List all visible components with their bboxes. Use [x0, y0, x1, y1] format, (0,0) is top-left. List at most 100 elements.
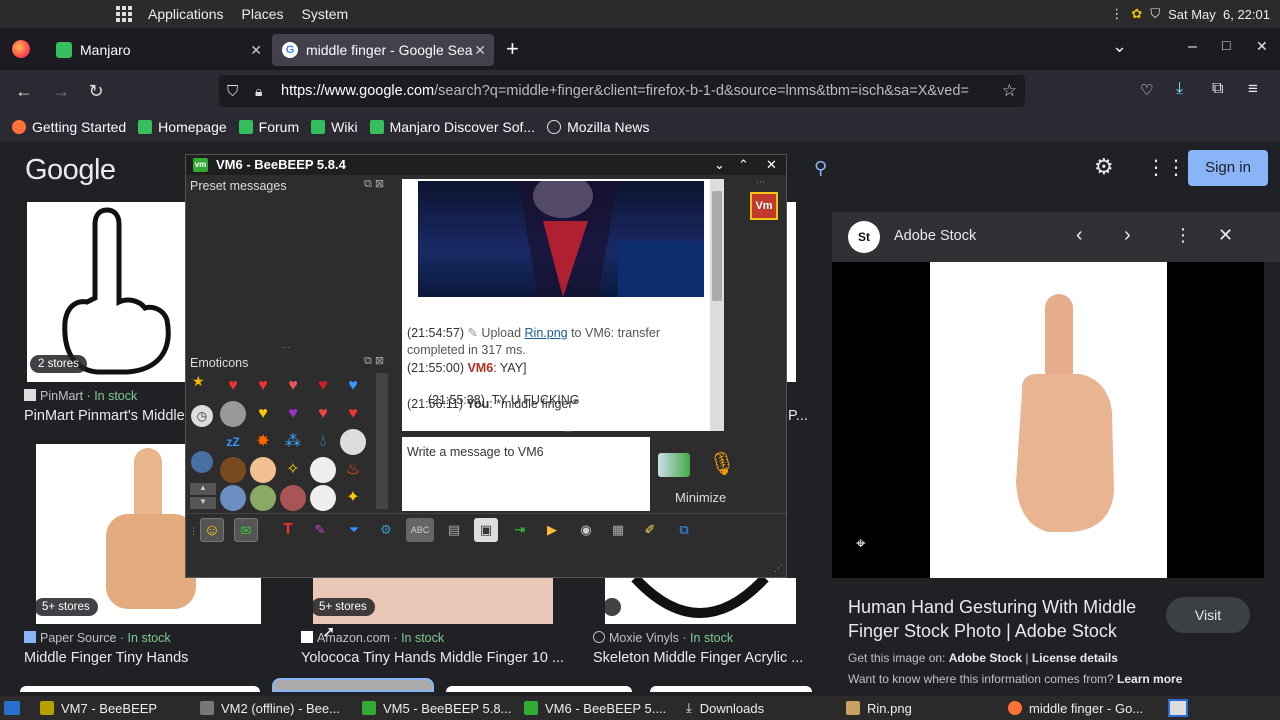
people-emoji-icon[interactable] [220, 485, 246, 511]
collision-emoji-icon[interactable]: ✸ [250, 429, 276, 455]
new-tab-button[interactable]: + [506, 36, 519, 62]
result-title[interactable]: Yolococa Tiny Hands Middle Finger 10 ... [301, 650, 564, 666]
attach-tool-icon[interactable]: ⧉ [672, 518, 696, 542]
menu-places[interactable]: Places [242, 6, 284, 22]
bookmark-forum[interactable]: Forum [238, 119, 299, 135]
preset-messages-list[interactable] [188, 195, 392, 347]
window-title[interactable]: vm VM6 - BeeBEEP 5.8.4 ⌄ ⌃ ✕ [186, 155, 786, 175]
shared-image-preview[interactable] [418, 174, 704, 297]
license-link[interactable]: License details [1032, 651, 1118, 665]
menu-applications[interactable]: Applications [148, 6, 224, 22]
close-preview-icon[interactable]: ✕ [1218, 225, 1233, 246]
splitter-handle[interactable]: ⋯ [564, 427, 572, 436]
task-vm6[interactable]: VM6 - BeeBEEP 5.... [524, 696, 666, 720]
bookmark-getting-started[interactable]: Getting Started [12, 119, 126, 135]
reload-button[interactable]: ↻ [85, 80, 107, 102]
result-thumbnail-partial[interactable] [446, 686, 632, 692]
fire-emoji-icon[interactable]: ♨ [340, 457, 366, 483]
task-vm5[interactable]: VM5 - BeeBEEP 5.8... [362, 696, 511, 720]
bee-tray-icon[interactable]: ✿ [1131, 6, 1142, 22]
preset-message-tool-icon[interactable]: ✉ [234, 518, 258, 542]
settings-tool-icon[interactable]: ⚙ [374, 518, 398, 542]
tab-google[interactable]: G middle finger - Google Sea ✕ [272, 34, 494, 66]
result-title[interactable]: PinMart Pinmart's Middle [24, 408, 185, 424]
sparkle-emoji-icon[interactable]: ✦ [340, 485, 366, 511]
dock-handle[interactable]: ⋯ [756, 177, 765, 188]
lens-search-icon[interactable]: ⌖ [856, 534, 866, 554]
adobe-stock-logo[interactable]: St [848, 221, 880, 253]
task-rin-png[interactable]: Rin.png [846, 696, 912, 720]
font-tool-icon[interactable]: T [276, 518, 300, 542]
bookmark-mozilla-news[interactable]: Mozilla News [547, 119, 650, 135]
chat-history[interactable]: (21:54:57) ✎ Upload Rin.png to VM6: tran… [402, 174, 724, 431]
bookmark-wiki[interactable]: Wiki [311, 119, 358, 135]
star-category-icon[interactable]: ★ [192, 373, 205, 390]
close-window-button[interactable]: ✕ [1256, 38, 1268, 55]
source-name[interactable]: Adobe Stock [894, 228, 976, 244]
close-window-icon[interactable]: ✕ [766, 155, 777, 175]
bookmark-manjaro-discover[interactable]: Manjaro Discover Sof... [369, 119, 535, 135]
screenshot-tool-icon[interactable]: ◉ [574, 518, 598, 542]
filter-tool-icon[interactable]: ⏷ [342, 518, 366, 542]
result-thumbnail-partial[interactable] [650, 686, 812, 692]
purple-heart-emoji-icon[interactable]: ♥ [280, 401, 306, 427]
gift-heart-emoji-icon[interactable]: ♥ [310, 401, 336, 427]
scroll-up-icon[interactable]: ▲ [190, 483, 216, 495]
extensions-icon[interactable]: ⧉ [1212, 80, 1223, 98]
heart-emoji-icon[interactable]: ♥ [310, 373, 336, 399]
dock-float-icon[interactable]: ⧉ ⊠ [364, 354, 384, 368]
resize-grip-icon[interactable]: ⋰ [774, 563, 783, 574]
maximize-icon[interactable]: ⌃ [738, 155, 749, 175]
task-vm2[interactable]: VM2 (offline) - Bee... [200, 696, 340, 720]
recent-category-icon[interactable]: ◷ [191, 405, 213, 427]
result-source[interactable]: Moxie Vinyls · In stock [593, 631, 733, 645]
save-tool-icon[interactable]: ▣ [474, 518, 498, 542]
forward-button[interactable]: → [50, 80, 72, 102]
task-firefox[interactable]: middle finger - Go... [1008, 696, 1143, 720]
show-desktop-icon[interactable] [4, 701, 20, 715]
droplet-emoji-icon[interactable]: 💧︎ [310, 429, 336, 455]
close-tab-icon[interactable]: ✕ [474, 42, 486, 59]
preview-image-area[interactable]: ⌖ [832, 262, 1264, 578]
minimize-button[interactable]: Minimize [675, 490, 726, 505]
autocomplete-tool-icon[interactable]: ▤ [442, 518, 466, 542]
result-source[interactable]: Paper Source · In stock [24, 631, 171, 645]
maximize-button[interactable]: □ [1222, 37, 1230, 53]
previous-icon[interactable]: ‹ [1076, 224, 1083, 247]
url-bar[interactable]: ⛉ 🔒︎ https://www.google.com/search?q=mid… [219, 75, 1025, 107]
poop-emoji-icon[interactable] [220, 457, 246, 483]
preview-image[interactable] [930, 262, 1167, 578]
result-source[interactable]: PinMart · In stock [24, 389, 137, 403]
search-icon[interactable]: ⚲ [814, 158, 827, 179]
result-title-partial[interactable]: P... [788, 408, 808, 424]
user-avatar[interactable]: Vm [750, 192, 778, 220]
message-input[interactable]: Write a message to VM6 [402, 437, 650, 511]
minimize-button[interactable]: – [1188, 38, 1197, 56]
bookmark-homepage[interactable]: Homepage [138, 119, 227, 135]
bubble-emoji-icon[interactable] [310, 485, 336, 511]
result-thumbnail[interactable] [605, 574, 796, 624]
file-link[interactable]: Rin.png [525, 326, 568, 340]
color-tool-icon[interactable]: ✎ [308, 518, 332, 542]
shield-icon[interactable]: ⛉ [227, 83, 238, 100]
scroll-down-icon[interactable]: ▼ [190, 497, 216, 509]
dash-emoji-icon[interactable] [340, 429, 366, 455]
couple-emoji-icon[interactable] [250, 485, 276, 511]
workspace-switcher[interactable] [1168, 699, 1188, 717]
back-button[interactable]: ← [13, 80, 35, 102]
url-text[interactable]: https://www.google.com/search?q=middle+f… [281, 83, 989, 99]
send-icon[interactable] [658, 453, 690, 477]
get-image-source-link[interactable]: Adobe Stock [949, 651, 1022, 665]
list-tabs-button[interactable]: ⌄ [1112, 36, 1127, 57]
yellow-heart-emoji-icon[interactable]: ♥ [250, 401, 276, 427]
result-thumbnail-partial[interactable] [272, 678, 434, 692]
emoticon-tool-icon[interactable]: ☺ [200, 518, 224, 542]
shade-icon[interactable]: ⌄ [714, 155, 725, 175]
sign-in-button[interactable]: Sign in [1188, 150, 1268, 186]
couple-emoji-icon[interactable] [280, 485, 306, 511]
learn-more-link[interactable]: Learn more [1117, 672, 1182, 686]
bookmark-star-icon[interactable]: ☆ [1002, 81, 1017, 101]
heart-emoji-icon[interactable]: ♥ [250, 373, 276, 399]
pocket-icon[interactable]: ♡ [1140, 81, 1153, 99]
shield-icon[interactable]: ⛉ [1150, 6, 1160, 22]
